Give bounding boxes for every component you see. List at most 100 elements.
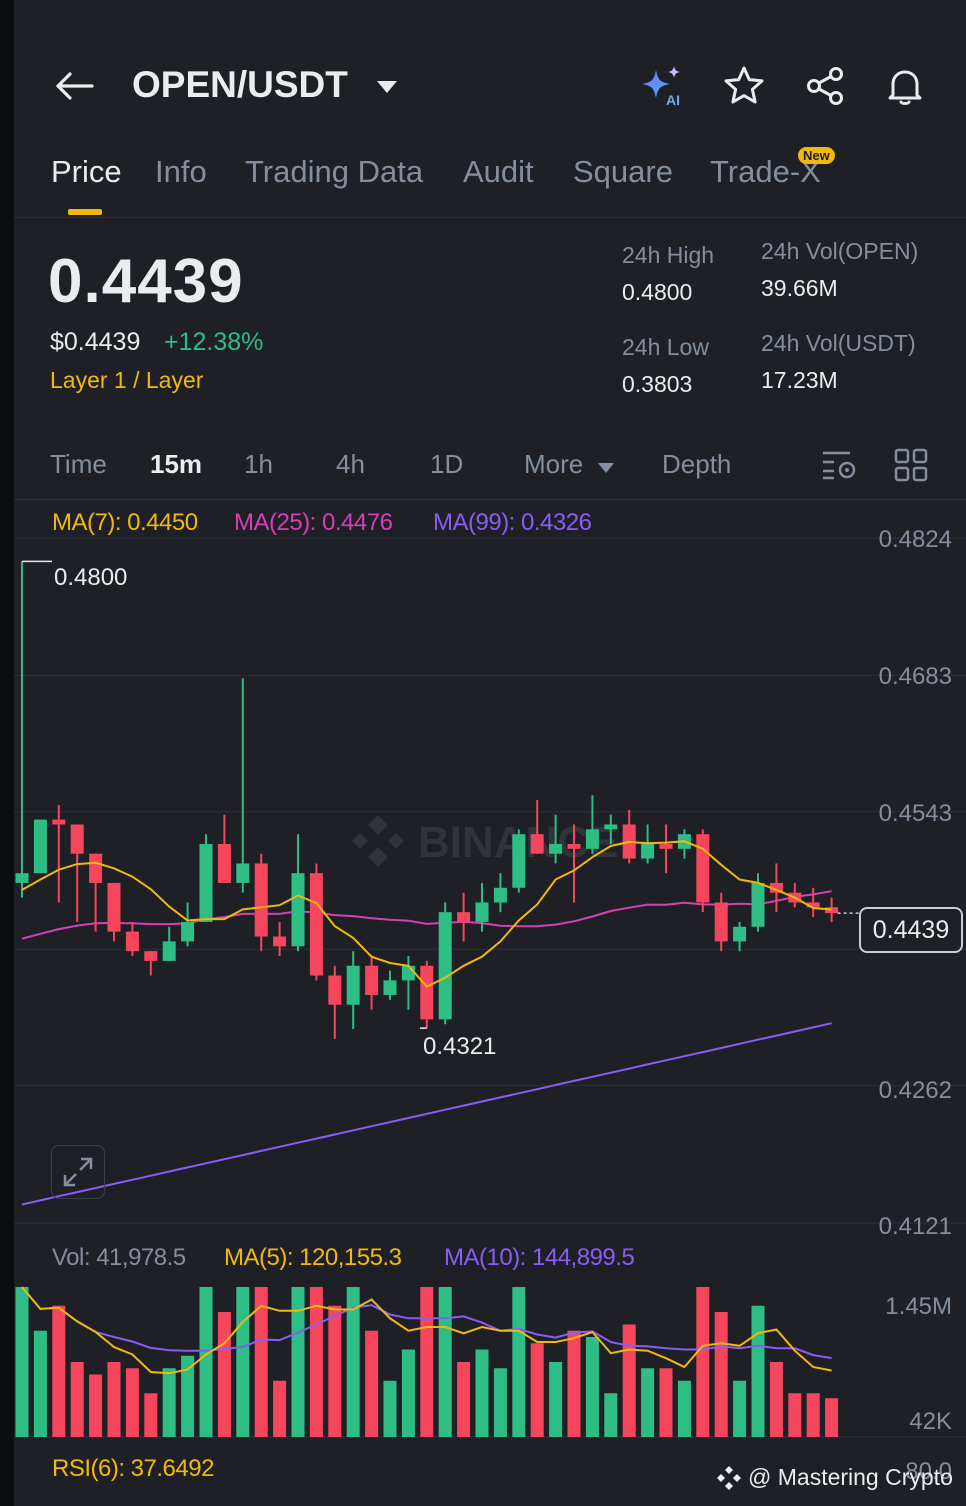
stat-high-label: 24h High <box>622 242 715 268</box>
volume-bar <box>659 1368 673 1437</box>
timeframe-more[interactable]: More <box>524 449 583 480</box>
volume-bar <box>107 1362 121 1437</box>
stat-high-value: 0.4800 <box>622 279 693 305</box>
timeframe-time[interactable]: Time <box>50 449 107 480</box>
price-usd: $0.4439 <box>50 328 141 356</box>
timeframe-depth[interactable]: Depth <box>662 449 731 480</box>
candle-body <box>420 965 434 1020</box>
volume-bar <box>309 1287 323 1437</box>
volume-bar <box>585 1337 599 1437</box>
volume-ma10-label: MA(10): 144,899.5 <box>444 1244 635 1271</box>
volume-bar <box>52 1305 66 1437</box>
timeframe-1h[interactable]: 1h <box>244 449 273 480</box>
stat-low-label: 24h Low <box>622 334 709 360</box>
volume-bar <box>567 1330 581 1437</box>
candle-body <box>33 819 47 874</box>
pair-dropdown-caret-icon[interactable] <box>376 80 398 99</box>
y-tick-label: 0.4683 <box>878 663 952 690</box>
volume-bar <box>401 1349 415 1437</box>
volume-bar <box>125 1368 139 1437</box>
expand-arrows-icon <box>63 1157 93 1187</box>
candle-body <box>162 941 176 961</box>
new-badge: New <box>798 147 835 164</box>
volume-bar <box>236 1287 250 1437</box>
volume-bar <box>199 1287 213 1437</box>
candle-body <box>585 829 599 849</box>
stat-low-value: 0.3803 <box>622 371 693 397</box>
stat-vol-open-label: 24h Vol(OPEN) <box>761 238 919 264</box>
candle-body <box>604 824 618 830</box>
candle-body <box>383 980 397 995</box>
credit-text: @ Mastering Crypto <box>748 1464 953 1490</box>
more-caret-icon[interactable] <box>598 460 614 478</box>
stat-vol-usdt-label: 24h Vol(USDT) <box>761 330 916 356</box>
tab-square[interactable]: Square <box>573 154 673 190</box>
candle-body <box>309 873 323 976</box>
candlestick-chart[interactable]: BINANCE <box>14 500 966 1506</box>
volume-bar <box>383 1380 397 1437</box>
y-tick-label: 0.4121 <box>878 1213 952 1240</box>
timeframe-1d[interactable]: 1D <box>430 449 463 480</box>
grid-layout-icon[interactable] <box>894 448 928 487</box>
candle-body <box>15 873 29 883</box>
category-tags[interactable]: Layer 1 / Layer <box>50 367 203 394</box>
candle-body <box>641 843 655 859</box>
candle-body <box>567 843 581 849</box>
volume-bar <box>769 1362 783 1437</box>
candle-body <box>714 902 728 942</box>
tab-price[interactable]: Price <box>51 154 122 190</box>
high-marker-label: 0.4800 <box>54 564 128 591</box>
stat-vol-usdt-value: 17.23M <box>761 367 838 393</box>
volume-bar <box>714 1312 728 1437</box>
candle-body <box>291 873 305 947</box>
tab-audit[interactable]: Audit <box>463 154 534 190</box>
tabs-divider <box>14 217 966 218</box>
candle-body <box>696 834 710 903</box>
binance-watermark: BINANCE <box>352 815 618 867</box>
ma25-label: MA(25): 0.4476 <box>234 509 393 536</box>
volume-bar <box>438 1287 452 1437</box>
volume-ma5-label: MA(5): 120,155.3 <box>224 1244 402 1271</box>
y-tick-label: 0.4824 <box>878 526 952 553</box>
volume-bar <box>89 1374 103 1437</box>
candle-body <box>493 887 507 903</box>
diamond-logo-icon <box>717 1465 741 1490</box>
volume-tick-label: 42K <box>909 1408 952 1435</box>
indicator-settings-icon[interactable] <box>820 448 858 487</box>
volume-label: Vol: 41,978.5 <box>52 1244 186 1271</box>
fullscreen-button[interactable] <box>51 1145 105 1199</box>
bell-alert-icon[interactable] <box>881 62 929 110</box>
y-tick-label: 0.4543 <box>878 800 952 827</box>
ma25-line <box>21 890 832 940</box>
volume-bar <box>273 1380 287 1437</box>
candle-body <box>254 863 268 937</box>
pair-title[interactable]: OPEN/USDT <box>132 64 348 106</box>
current-price-tag[interactable]: 0.4439 <box>859 907 963 953</box>
timeframe-4h[interactable]: 4h <box>336 449 365 480</box>
app-screen: OPEN/USDT AI Price Info Trading Data Aud… <box>14 0 966 1506</box>
stat-vol-open-value: 39.66M <box>761 275 838 301</box>
low-marker-label: 0.4321 <box>423 1033 497 1060</box>
volume-bar <box>217 1312 231 1437</box>
timeframe-15m[interactable]: 15m <box>150 449 202 480</box>
volume-bar <box>15 1287 29 1437</box>
tab-info[interactable]: Info <box>155 154 207 190</box>
volume-bar <box>696 1287 710 1437</box>
candle-body <box>457 912 471 922</box>
tab-trading-data[interactable]: Trading Data <box>245 154 423 190</box>
share-icon[interactable] <box>801 62 849 110</box>
volume-bar <box>493 1368 507 1437</box>
ma99-label: MA(99): 0.4326 <box>433 509 592 536</box>
candle-body <box>438 912 452 1020</box>
candle-body <box>751 882 765 927</box>
back-arrow-icon[interactable] <box>50 62 98 110</box>
volume-bar <box>751 1305 765 1437</box>
star-favorite-icon[interactable] <box>720 62 768 110</box>
candle-body <box>328 975 342 1005</box>
volume-bar <box>806 1393 820 1437</box>
volume-bar <box>512 1287 526 1437</box>
volume-bar <box>162 1368 176 1437</box>
candle-body <box>236 863 250 883</box>
y-tick-label: 0.4262 <box>878 1077 952 1104</box>
volume-bar <box>475 1349 489 1437</box>
